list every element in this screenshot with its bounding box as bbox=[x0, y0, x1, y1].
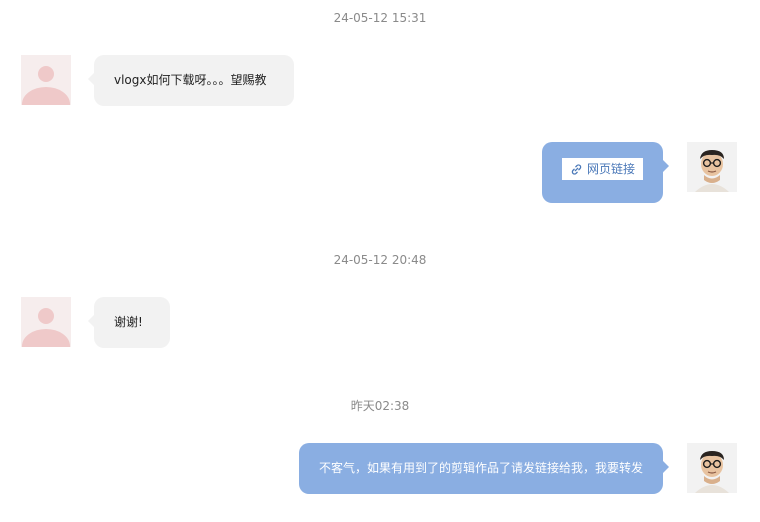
message-text: 谢谢! bbox=[114, 315, 143, 329]
message-text: vlogx如何下载呀。。。望赐教 bbox=[114, 73, 267, 87]
incoming-message-bubble: 谢谢! bbox=[88, 297, 170, 348]
message-timestamp: 24-05-12 15:31 bbox=[333, 11, 427, 25]
avatar-head-shape bbox=[38, 308, 54, 324]
link-card[interactable]: 网页链接 bbox=[562, 158, 643, 180]
user-photo-avatar[interactable] bbox=[687, 142, 737, 192]
message-text: 不客气，如果有用到了的剪辑作品了请发链接给我，我要转发 bbox=[319, 461, 644, 475]
user-photo-icon bbox=[687, 443, 737, 493]
link-icon bbox=[571, 163, 582, 175]
user-photo-icon bbox=[687, 142, 737, 192]
outgoing-message-bubble: 不客气，如果有用到了的剪辑作品了请发链接给我，我要转发 bbox=[299, 443, 669, 494]
default-user-avatar[interactable] bbox=[21, 55, 71, 105]
message-timestamp: 24-05-12 20:48 bbox=[333, 253, 427, 267]
link-label: 网页链接 bbox=[586, 162, 635, 176]
message-timestamp: 昨天02:38 bbox=[350, 399, 410, 413]
user-photo-avatar[interactable] bbox=[687, 443, 737, 493]
incoming-message-bubble: vlogx如何下载呀。。。望赐教 bbox=[88, 55, 294, 106]
outgoing-message-bubble: 网页链接 bbox=[542, 142, 669, 203]
default-user-avatar[interactable] bbox=[21, 297, 71, 347]
avatar-shoulders-shape bbox=[22, 87, 70, 105]
avatar-shoulders-shape bbox=[22, 329, 70, 347]
avatar-head-shape bbox=[38, 66, 54, 82]
